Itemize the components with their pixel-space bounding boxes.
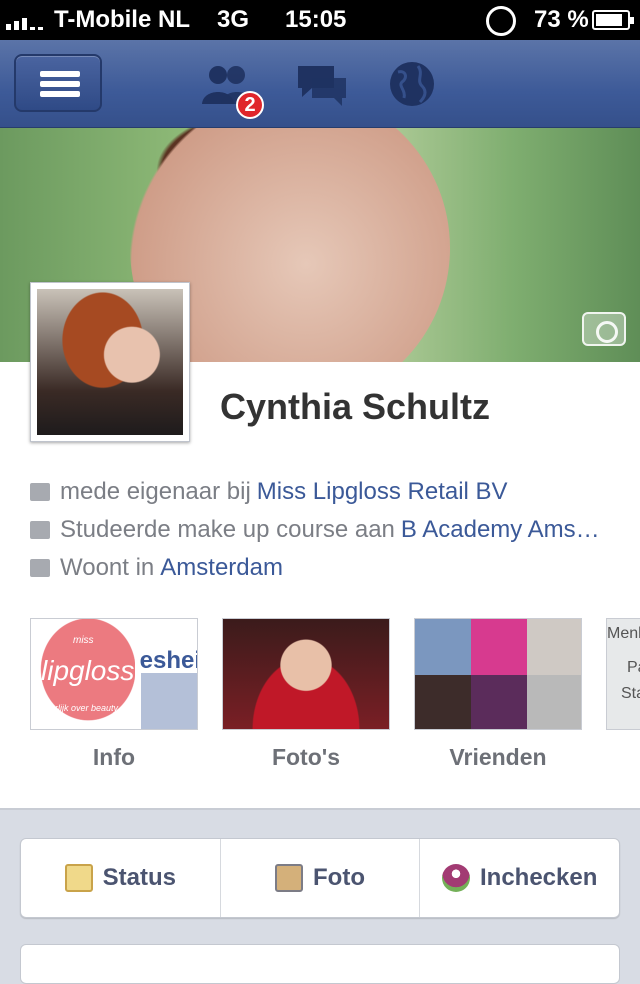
lives-prefix: Woont in: [60, 554, 155, 581]
battery-icon: [592, 10, 634, 30]
work-link[interactable]: Miss Lipgloss Retail BV: [257, 478, 508, 506]
composer-actions: Status Foto Inchecken: [20, 838, 620, 918]
notifications-globe-icon[interactable]: [384, 60, 440, 108]
battery-percentage: 73 %: [534, 6, 589, 33]
lives-row: Woont in Amsterdam: [30, 554, 283, 582]
study-row: Studeerde make up course aan B Academy A…: [30, 516, 600, 544]
signal-icon: [6, 12, 48, 30]
photo-button-label: Foto: [313, 864, 365, 891]
photos-tile[interactable]: [222, 618, 390, 730]
info-tile-partial-text: eshei: [139, 647, 198, 674]
logo-text-1: miss: [73, 635, 94, 646]
friends-tile-label: Vrienden: [449, 744, 547, 770]
next-card: [20, 944, 620, 984]
photo-icon: [275, 864, 304, 892]
profile-picture[interactable]: [30, 282, 190, 442]
lives-link[interactable]: Amsterdam: [160, 554, 283, 582]
city-icon: [30, 559, 50, 577]
friends-tile[interactable]: [414, 618, 582, 730]
work-row: mede eigenaar bij Miss Lipgloss Retail B…: [30, 478, 508, 506]
map-text-1: Menlo: [607, 625, 640, 642]
map-tile[interactable]: Menlo Pa Sta: [606, 618, 640, 730]
info-tile-label: Info: [92, 744, 136, 770]
camera-icon[interactable]: [582, 312, 626, 346]
map-text-2: Pa: [627, 659, 640, 676]
menu-button[interactable]: [14, 54, 102, 112]
info-tile[interactable]: miss lipgloss eerlijk over beauty eshei: [30, 618, 198, 730]
time-label: 15:05: [285, 6, 347, 33]
carrier-label: T-Mobile NL: [54, 6, 190, 33]
logo-text-2: lipgloss: [41, 655, 135, 686]
briefcase-icon: [30, 483, 50, 501]
status-note-icon: [64, 864, 93, 892]
briefcase-icon: [141, 673, 197, 729]
study-link[interactable]: B Academy Ams…: [401, 516, 600, 544]
profile-name: Cynthia Schultz: [220, 386, 491, 427]
map-text-3: Sta: [621, 685, 640, 702]
work-prefix: mede eigenaar bij: [60, 478, 251, 505]
messages-icon[interactable]: [294, 60, 350, 108]
status-button[interactable]: Status: [21, 839, 221, 917]
status-button-label: Status: [102, 864, 177, 891]
photos-tile-label: Foto's: [271, 744, 341, 770]
status-bar: T-Mobile NL 3G 15:05 73 %: [0, 0, 640, 40]
network-label: 3G: [217, 6, 250, 33]
top-nav-bar: 2: [0, 40, 640, 128]
rotation-lock-icon: [486, 6, 516, 36]
location-pin-icon: [441, 864, 470, 892]
photo-button[interactable]: Foto: [221, 839, 421, 917]
school-icon: [30, 521, 50, 539]
checkin-button-label: Inchecken: [479, 864, 598, 891]
friend-requests-badge: 2: [236, 91, 264, 119]
study-prefix: Studeerde make up course aan: [60, 516, 395, 543]
checkin-button[interactable]: Inchecken: [420, 839, 619, 917]
logo-text-3: eerlijk over beauty: [45, 703, 119, 713]
